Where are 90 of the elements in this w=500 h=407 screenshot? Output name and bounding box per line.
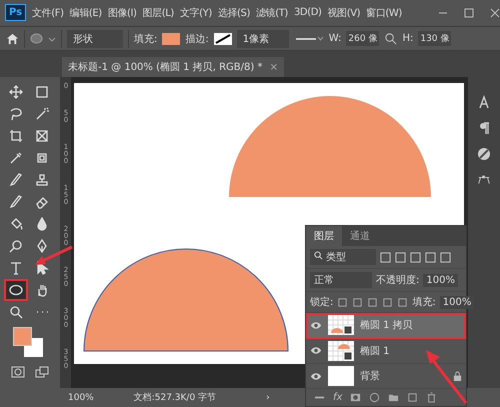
layer-thumbnail	[328, 315, 354, 336]
document-tab[interactable]: 未标题-1 @ 100% (椭圆 1 拷贝, RGB/8) * ×	[62, 57, 284, 78]
lock-option-icon[interactable]	[367, 296, 378, 308]
menu-item[interactable]: 文件(F)	[32, 6, 64, 20]
magic-wand-icon[interactable]	[35, 107, 49, 122]
menu-item[interactable]: 滤镜(T)	[256, 6, 288, 20]
panel-tab[interactable]: 图层	[306, 226, 342, 246]
foreground-color-swatch[interactable]	[13, 327, 32, 346]
eraser-icon[interactable]	[35, 195, 49, 210]
app-badge[interactable]: Ps	[5, 4, 26, 22]
layer-name: 椭圆 1	[360, 344, 390, 358]
drop-icon[interactable]	[35, 217, 49, 232]
lock-option-icon[interactable]	[352, 296, 364, 308]
menu-item[interactable]: 图像(I)	[108, 6, 137, 20]
layer-row[interactable]: 椭圆 1 拷贝	[306, 313, 466, 339]
quick-mask-icon[interactable]	[11, 365, 25, 380]
menu-item[interactable]: 选择(S)	[218, 6, 250, 20]
width-field[interactable]: 260 像	[346, 31, 380, 46]
lock-option-icon[interactable]	[382, 296, 394, 308]
adjustment-panel-icon[interactable]	[477, 147, 491, 162]
blend-mode-dropdown[interactable]: 正常	[310, 272, 372, 288]
menu-item[interactable]: 文字(Y)	[180, 6, 212, 20]
layer-name: 背景	[360, 370, 380, 383]
screen-mode-icon[interactable]	[35, 365, 49, 380]
frame-icon[interactable]	[35, 129, 49, 144]
layer-row[interactable]: 椭圆 1	[306, 338, 466, 364]
stamp-icon[interactable]	[35, 173, 49, 188]
lock-option-icon[interactable]	[337, 296, 348, 308]
height-field[interactable]: 130 像	[418, 31, 452, 46]
filter-icon[interactable]	[380, 252, 391, 263]
move-icon[interactable]	[9, 85, 23, 100]
background-color-swatch[interactable]	[24, 338, 43, 358]
status-menu-arrow[interactable]: ›	[266, 392, 270, 403]
filter-icon[interactable]	[440, 252, 451, 263]
filter-icon[interactable]	[425, 252, 436, 263]
filter-icon[interactable]	[410, 252, 421, 263]
layer-row[interactable]: 背景	[306, 364, 466, 390]
paragraph-panel-icon[interactable]	[477, 121, 491, 136]
menu-item[interactable]: 视图(V)	[328, 6, 360, 20]
maximize-icon[interactable]	[464, 8, 474, 18]
zoom-level: 100%	[68, 392, 94, 403]
document-info: 文档:527.3K/0 字节	[134, 392, 216, 404]
filter-dropdown[interactable]: 类型	[310, 249, 376, 266]
eye-icon[interactable]	[310, 320, 322, 330]
pen-icon[interactable]	[35, 239, 49, 254]
home-icon[interactable]	[6, 32, 19, 46]
brush-icon[interactable]	[9, 195, 23, 210]
brush-icon[interactable]	[9, 173, 23, 188]
close-icon[interactable]	[490, 8, 500, 18]
eye-icon[interactable]	[310, 346, 322, 356]
stroke-width-field[interactable]: 1像素	[236, 30, 289, 48]
lock-label: 锁定:	[310, 296, 334, 310]
bucket-icon[interactable]	[9, 217, 23, 232]
crop-icon[interactable]	[9, 129, 23, 144]
height-label: H:	[402, 33, 414, 44]
marquee-icon[interactable]	[35, 85, 49, 100]
fill-swatch[interactable]	[162, 32, 180, 45]
filter-icon[interactable]	[395, 252, 406, 263]
layer-thumbnail	[328, 340, 354, 361]
menu-item[interactable]: 窗口(W)	[366, 6, 402, 20]
stroke-swatch[interactable]	[214, 32, 232, 45]
mask-icon[interactable]	[350, 392, 362, 404]
lock-icon	[453, 370, 462, 382]
lock-option-icon[interactable]	[397, 296, 408, 308]
menu-item[interactable]: 图层(L)	[142, 6, 174, 20]
mode-dropdown[interactable]: 形状	[67, 30, 123, 48]
caret-icon[interactable]	[48, 34, 56, 43]
layer-name: 椭圆 1 拷贝	[360, 318, 413, 332]
search-icon	[314, 251, 323, 260]
panel-tab[interactable]: 通道	[342, 226, 378, 246]
new-layer-icon[interactable]	[407, 392, 418, 404]
type-icon[interactable]	[9, 261, 23, 276]
fill-label: 填充:	[412, 296, 436, 310]
folder-icon[interactable]	[388, 392, 400, 404]
trash-icon[interactable]	[426, 392, 438, 404]
zoom-icon[interactable]	[9, 305, 23, 320]
opacity-label: 不透明度:	[376, 274, 420, 288]
stroke-label: 描边:	[185, 32, 209, 46]
fill-label: 填充:	[134, 32, 158, 46]
adjustment-icon[interactable]	[369, 392, 380, 404]
background-thumbnail	[328, 366, 354, 386]
opacity-field[interactable]: 100%	[423, 274, 458, 287]
menu-item[interactable]: 编辑(E)	[70, 6, 102, 20]
menu-item[interactable]: 3D(D)	[294, 7, 322, 18]
eye-icon[interactable]	[310, 372, 322, 380]
layer-style-button[interactable]: fx	[333, 392, 342, 404]
eyedropper-icon[interactable]	[9, 151, 23, 166]
lasso-icon[interactable]	[9, 107, 23, 122]
character-panel-icon[interactable]	[477, 95, 491, 110]
width-label: W:	[328, 33, 342, 44]
